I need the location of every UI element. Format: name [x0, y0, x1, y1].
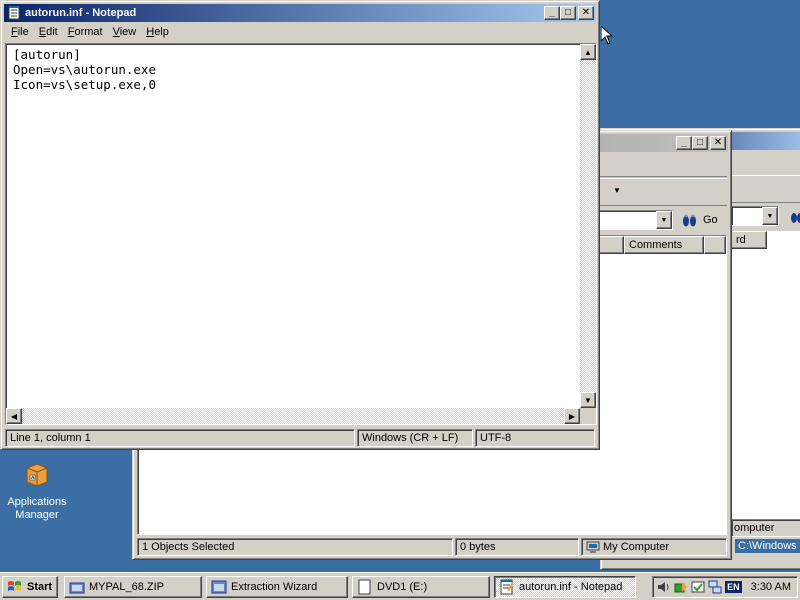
- go-label: Go: [703, 214, 718, 226]
- status-line-endings-label: Windows (CR + LF): [362, 432, 459, 444]
- column-header-blank: [704, 236, 726, 254]
- desktop-icon-label-line2: Manager: [15, 509, 59, 521]
- explorer-back-file-list[interactable]: rd: [731, 231, 800, 519]
- editor-text[interactable]: [autorun] Open=vs\autorun.exe Icon=vs\se…: [13, 47, 156, 92]
- column-header-label: rd: [736, 234, 746, 246]
- go-icon[interactable]: [789, 209, 800, 225]
- taskbar-button-label: Extraction Wizard: [231, 580, 318, 593]
- notepad-caption-buttons: _ □ ✕: [544, 6, 594, 20]
- explorer-back-toolbar: [731, 153, 800, 177]
- go-button[interactable]: Go: [681, 211, 718, 229]
- safely-remove-icon[interactable]: [674, 580, 688, 594]
- taskbar-button-extraction-wizard[interactable]: Extraction Wizard: [206, 575, 348, 598]
- minimize-button[interactable]: _: [544, 6, 560, 20]
- desktop-icon-applications-manager[interactable]: Applications Manager: [4, 458, 70, 522]
- status-position-label: Line 1, column 1: [10, 432, 91, 444]
- explorer-back-status-location: omputer: [731, 519, 800, 537]
- scroll-up-button[interactable]: ▲: [580, 44, 596, 60]
- notepad-icon: [8, 6, 20, 20]
- package-icon: [26, 463, 48, 487]
- taskbar-button-label: DVD1 (E:): [377, 580, 428, 593]
- explorer-back-dropdown-button[interactable]: ▼: [762, 207, 778, 225]
- menu-edit[interactable]: Edit: [34, 24, 63, 40]
- menu-format-rest: ormat: [74, 26, 103, 38]
- explorer-caption-buttons: _ □ ✕: [676, 136, 726, 150]
- status-selected: 1 Objects Selected: [137, 538, 453, 556]
- menu-file-accel: F: [11, 26, 18, 38]
- menu-file-rest: ile: [17, 26, 29, 38]
- window-icon: [211, 580, 227, 593]
- vertical-scrollbar[interactable]: ▲ ▼: [580, 44, 596, 408]
- start-button[interactable]: Start: [2, 575, 58, 598]
- maximize-button[interactable]: □: [692, 136, 708, 150]
- menu-view-accel: V: [112, 26, 120, 38]
- horizontal-scrollbar[interactable]: ◀ ▶: [6, 408, 580, 424]
- check-icon[interactable]: [691, 580, 705, 594]
- status-size-label: 0 bytes: [460, 541, 496, 553]
- status-position: Line 1, column 1: [5, 429, 355, 447]
- explorer-back-column-header[interactable]: rd: [731, 231, 767, 249]
- explorer-statusbar: 1 Objects Selected 0 bytes My Computer: [137, 538, 727, 556]
- scroll-right-button[interactable]: ▶: [564, 408, 580, 424]
- column-header-comments[interactable]: Comments: [624, 236, 704, 254]
- status-location-label: omputer: [734, 522, 775, 534]
- windows-logo-icon: [8, 580, 21, 591]
- status-size: 0 bytes: [455, 538, 579, 556]
- scroll-down-button[interactable]: ▼: [580, 392, 596, 408]
- explorer-back-toolbar2: [731, 175, 800, 203]
- taskbar-button-mypal[interactable]: MYPAL_68.ZIP: [64, 575, 202, 598]
- status-encoding: UTF-8: [475, 429, 595, 447]
- drive-icon: [358, 579, 371, 594]
- toolbar-dropdown-icon[interactable]: ▼: [613, 186, 621, 195]
- taskbar-button-notepad[interactable]: autorun.inf - Notepad: [494, 575, 636, 598]
- window-title: autorun.inf - Notepad: [25, 7, 137, 19]
- menu-format[interactable]: Format: [63, 24, 108, 40]
- path-label: C:\Windows: [738, 540, 797, 552]
- address-dropdown-button[interactable]: ▼: [656, 211, 672, 229]
- notepad-statusbar: Line 1, column 1 Windows (CR + LF) UTF-8: [5, 429, 595, 447]
- menu-file[interactable]: File: [6, 24, 34, 40]
- menu-view[interactable]: View: [108, 24, 142, 40]
- status-location-label: My Computer: [603, 541, 670, 553]
- status-location: My Computer: [581, 538, 727, 556]
- speaker-icon[interactable]: [657, 580, 671, 594]
- my-computer-icon: [586, 541, 600, 553]
- clock[interactable]: 3:30 AM: [751, 581, 791, 593]
- explorer-back-path: C:\Windows: [735, 539, 800, 553]
- menu-help[interactable]: Help: [141, 24, 174, 40]
- status-encoding-label: UTF-8: [480, 432, 512, 444]
- maximize-button[interactable]: □: [560, 6, 576, 20]
- minimize-button[interactable]: _: [676, 136, 692, 150]
- notepad-titlebar[interactable]: autorun.inf - Notepad _ □ ✕: [4, 4, 596, 22]
- scroll-corner: [580, 408, 596, 424]
- taskbar-button-dvd1[interactable]: DVD1 (E:): [352, 575, 490, 598]
- menu-edit-rest: dit: [46, 26, 58, 38]
- text-editor[interactable]: [autorun] Open=vs\autorun.exe Icon=vs\se…: [5, 43, 597, 425]
- folder-icon: [69, 582, 85, 593]
- mouse-cursor-icon: [601, 26, 613, 45]
- taskbar: Start MYPAL_68.ZIP Extraction Wizard DVD…: [0, 572, 800, 600]
- comments-label: Comments: [629, 239, 683, 251]
- notepad-icon: [500, 579, 514, 594]
- taskbar-button-label: MYPAL_68.ZIP: [89, 580, 164, 593]
- status-line-endings: Windows (CR + LF): [357, 429, 473, 447]
- close-button[interactable]: ✕: [578, 6, 594, 20]
- menu-help-rest: elp: [154, 26, 169, 38]
- scroll-left-button[interactable]: ◀: [6, 408, 22, 424]
- desktop-icon-label-line1: Applications: [7, 496, 67, 508]
- start-label: Start: [27, 580, 53, 593]
- status-selected-label: 1 Objects Selected: [142, 541, 235, 553]
- notepad-menubar: File Edit Format View Help: [4, 22, 596, 42]
- menu-view-rest: iew: [119, 26, 137, 38]
- network-icon[interactable]: [708, 580, 722, 594]
- system-tray: EN 3:30 AM: [652, 575, 798, 598]
- menu-edit-accel: E: [38, 26, 47, 38]
- close-button[interactable]: ✕: [710, 136, 726, 150]
- language-indicator[interactable]: EN: [725, 580, 742, 593]
- notepad-window[interactable]: autorun.inf - Notepad _ □ ✕ File Edit Fo…: [0, 0, 600, 450]
- explorer-back-address-field[interactable]: ▼: [731, 206, 779, 226]
- taskbar-button-label: autorun.inf - Notepad: [519, 580, 623, 593]
- go-icon: [683, 214, 696, 227]
- menu-help-accel: H: [146, 26, 155, 38]
